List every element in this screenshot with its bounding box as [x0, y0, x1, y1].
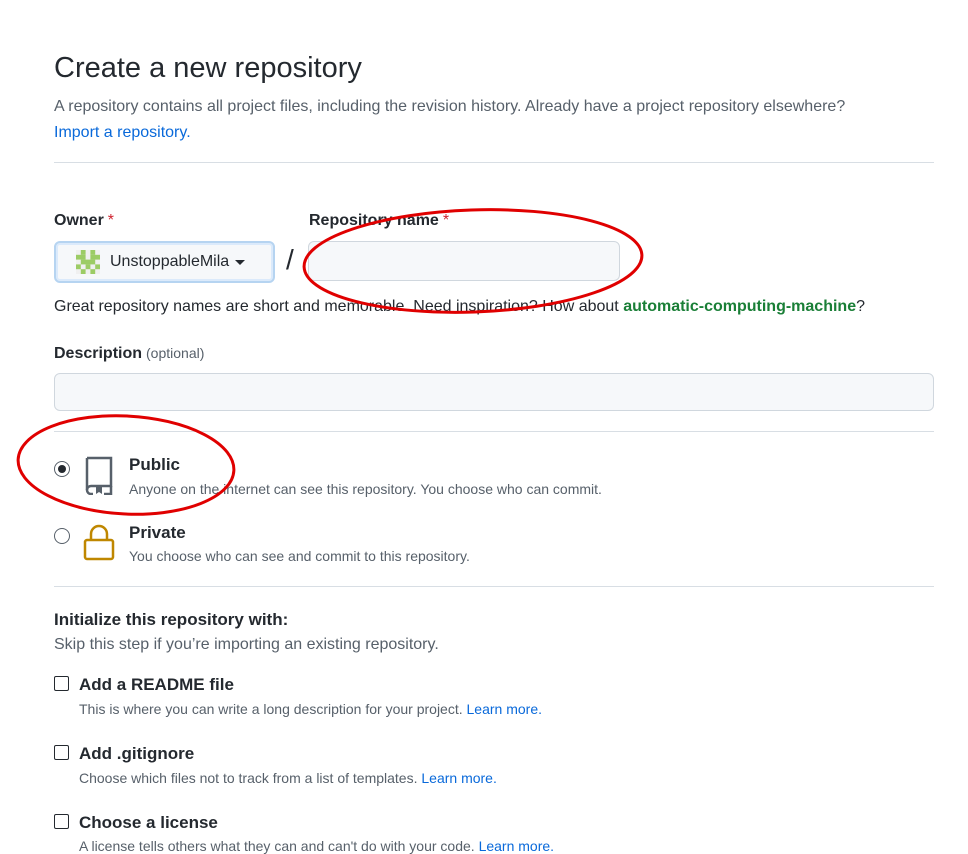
learn-more-link[interactable]: Learn more. — [421, 770, 496, 786]
readme-checkbox[interactable] — [54, 676, 69, 691]
private-radio[interactable] — [54, 528, 70, 544]
learn-more-link[interactable]: Learn more. — [467, 701, 542, 717]
gitignore-checkbox[interactable] — [54, 745, 69, 760]
lock-icon — [83, 524, 115, 561]
license-checkbox[interactable] — [54, 814, 69, 829]
public-description: Anyone on the internet can see this repo… — [129, 481, 602, 497]
owner-repo-separator: / — [286, 244, 294, 275]
init-section-subtitle: Skip this step if you’re importing an ex… — [54, 636, 439, 653]
caret-down-icon — [235, 259, 246, 265]
name-suggestion[interactable]: automatic-computing-machine — [623, 298, 856, 315]
owner-label: Owner * — [54, 212, 115, 229]
init-section-title: Initialize this repository with: — [54, 610, 289, 629]
import-repository-link[interactable]: Import a repository. — [54, 124, 191, 141]
repo-name-label: Repository name * — [309, 212, 450, 229]
divider — [54, 586, 934, 587]
license-title: Choose a license — [79, 813, 218, 832]
repository-name-input[interactable] — [308, 241, 620, 281]
readme-description: This is where you can write a long descr… — [79, 701, 542, 717]
subtitle-text: A repository contains all project files,… — [54, 98, 846, 115]
divider — [54, 431, 934, 432]
learn-more-link[interactable]: Learn more. — [479, 838, 554, 854]
owner-select-button[interactable]: UnstoppableMila — [54, 241, 275, 283]
private-description: You choose who can see and commit to thi… — [129, 548, 470, 564]
required-mark: * — [442, 212, 450, 229]
private-title: Private — [129, 523, 186, 542]
page-title: Create a new repository — [54, 52, 362, 84]
annotation-circle-public — [16, 414, 236, 516]
required-mark: * — [107, 212, 115, 229]
public-radio[interactable] — [54, 461, 70, 477]
repo-book-icon — [85, 456, 113, 495]
identicon-avatar-icon — [76, 250, 100, 274]
divider — [54, 162, 934, 163]
license-description: A license tells others what they can and… — [79, 838, 555, 854]
description-input[interactable] — [54, 373, 934, 411]
page-subtitle: A repository contains all project files,… — [54, 94, 934, 146]
description-label: Description (optional) — [54, 345, 205, 362]
readme-title: Add a README file — [79, 675, 234, 694]
gitignore-description: Choose which files not to track from a l… — [79, 770, 497, 786]
repo-name-hint: Great repository names are short and mem… — [54, 298, 865, 315]
owner-name: UnstoppableMila — [110, 253, 230, 270]
gitignore-title: Add .gitignore — [79, 744, 195, 763]
optional-note: (optional) — [146, 345, 205, 361]
public-title: Public — [129, 455, 181, 474]
